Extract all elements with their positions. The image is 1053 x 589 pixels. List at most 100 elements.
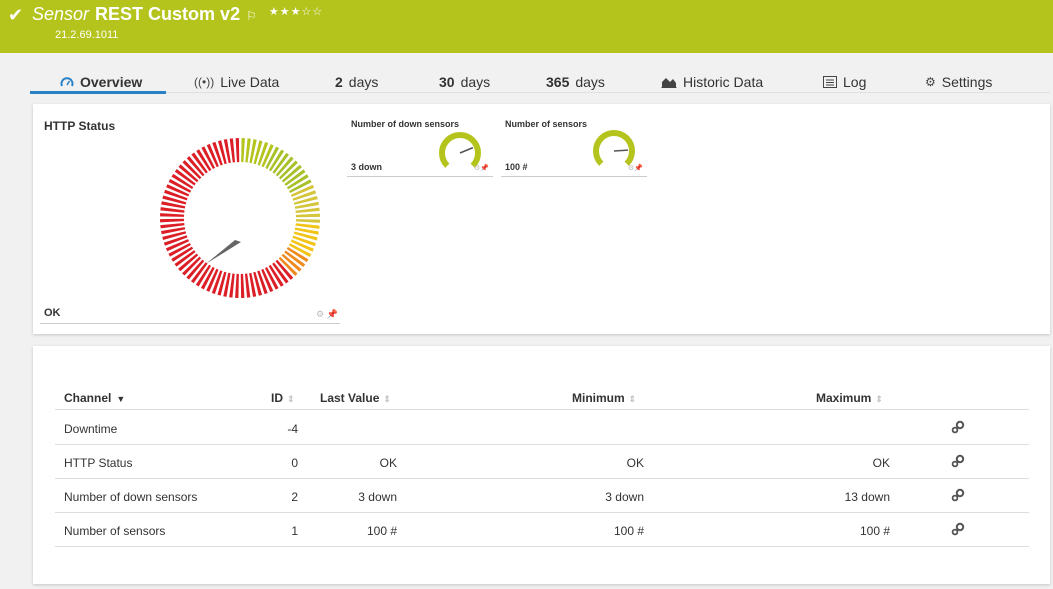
col-last-value[interactable]: Last Value⇕: [320, 391, 391, 405]
gauge-tools[interactable]: ⚙📌: [474, 164, 489, 172]
tab-overview[interactable]: Overview: [60, 74, 142, 90]
cell-maximum: 100 #: [860, 524, 890, 538]
gauge-value: 100 #: [505, 162, 528, 172]
gauges-panel: HTTP Status OK ⚙ 📌 Number of down sensor…: [33, 104, 1050, 334]
col-channel[interactable]: Channel▼: [64, 391, 125, 405]
tab-number: 30: [439, 74, 455, 90]
title-prefix: Sensor: [32, 4, 89, 25]
active-tab-indicator: [30, 91, 166, 94]
gauge-arc: [442, 135, 478, 166]
sensor-title: Sensor REST Custom v2 ⚐ ★★★☆☆: [32, 4, 323, 25]
table-header: Channel▼ ID⇕ Last Value⇕ Minimum⇕ Maximu…: [55, 388, 1029, 410]
channel-settings-icon[interactable]: [951, 454, 965, 468]
gauge-segment: [229, 273, 235, 297]
cell-minimum: OK: [627, 456, 644, 470]
pin-icon[interactable]: 📌: [480, 165, 489, 172]
cell-channel[interactable]: Number of down sensors: [64, 490, 197, 504]
cell-maximum: OK: [873, 456, 890, 470]
gauge-needle: [206, 240, 241, 264]
col-id[interactable]: ID⇕: [271, 391, 295, 405]
cell-minimum: 100 #: [614, 524, 644, 538]
cell-id: 1: [291, 524, 298, 538]
tab-label: days: [461, 74, 491, 90]
cell-channel[interactable]: HTTP Status: [64, 456, 132, 470]
pin-icon[interactable]: 📌: [327, 309, 338, 319]
gauge-divider: [501, 176, 647, 177]
sensor-header: ✔ Sensor REST Custom v2 ⚐ ★★★☆☆ 21.2.69.…: [0, 0, 1053, 53]
gauge-title: Number of down sensors: [351, 119, 459, 129]
cell-id: 2: [291, 490, 298, 504]
gauge-tools[interactable]: ⚙ 📌: [316, 309, 338, 320]
sort-icon: ⇕: [875, 394, 883, 404]
table-row[interactable]: Number of down sensors 2 3 down 3 down 13 do…: [55, 479, 1029, 513]
gauge-segment: [296, 219, 320, 223]
settings-icon[interactable]: ⚙: [316, 309, 324, 319]
gauge-segment: [245, 274, 250, 298]
tab-label: Live Data: [220, 74, 279, 90]
gauge-arc: [596, 133, 632, 164]
channel-settings-icon[interactable]: [951, 420, 965, 434]
sort-icon: ⇕: [287, 394, 295, 404]
flag-icon[interactable]: ⚐: [246, 9, 257, 23]
gauge-segment: [160, 207, 184, 213]
sensors-gauge[interactable]: [591, 129, 637, 169]
cell-id: 0: [291, 456, 298, 470]
caret-down-icon: ▼: [116, 394, 125, 404]
title-name: REST Custom v2: [95, 4, 240, 25]
channel-settings-icon[interactable]: [951, 488, 965, 502]
gauge-segment: [160, 219, 184, 223]
cell-channel[interactable]: Number of sensors: [64, 524, 165, 538]
gauge-icon: [60, 76, 74, 88]
tab-live-data[interactable]: ((•)) Live Data: [194, 74, 279, 90]
col-minimum[interactable]: Minimum⇕: [572, 391, 636, 405]
gauge-segment: [296, 214, 320, 218]
col-maximum[interactable]: Maximum⇕: [816, 391, 883, 405]
cell-last-value: 3 down: [358, 490, 397, 504]
sort-icon: ⇕: [383, 394, 391, 404]
tab-label: Historic Data: [683, 74, 763, 90]
priority-stars[interactable]: ★★★☆☆: [269, 5, 323, 18]
cell-minimum: 3 down: [605, 490, 644, 504]
gauge-divider: [40, 323, 340, 324]
channel-settings-icon[interactable]: [951, 522, 965, 536]
gear-icon: ⚙: [925, 75, 936, 89]
tab-2-days[interactable]: 2 days: [335, 74, 378, 90]
table-row[interactable]: HTTP Status0OKOKOK: [55, 445, 1029, 479]
broadcast-icon: ((•)): [194, 75, 214, 89]
gauge-segment: [296, 208, 320, 213]
cell-maximum: 13 down: [845, 490, 890, 504]
gauge-title: HTTP Status: [44, 119, 115, 133]
tab-bar: Overview ((•)) Live Data 2 days 30 days …: [30, 70, 1050, 94]
cell-last-value: 100 #: [367, 524, 397, 538]
tab-label: Overview: [80, 74, 142, 90]
table-row[interactable]: Number of sensors 1 100 # 100 # 100 #: [55, 513, 1029, 547]
tab-log[interactable]: Log: [823, 74, 866, 90]
gauge-title: Number of sensors: [505, 119, 587, 129]
tab-number: 2: [335, 74, 343, 90]
table-row[interactable]: Downtime-4: [55, 411, 1029, 445]
sort-icon: ⇕: [629, 394, 637, 404]
pin-icon[interactable]: 📌: [634, 165, 643, 172]
gauge-segment: [245, 138, 251, 162]
cell-channel[interactable]: Downtime: [64, 422, 117, 436]
gauge-value: OK: [44, 307, 61, 319]
gauge-segment: [230, 138, 235, 162]
gauge-divider: [347, 176, 493, 177]
gauge-segment: [241, 274, 245, 298]
tab-label: Log: [843, 74, 866, 90]
tab-historic-data[interactable]: Historic Data: [661, 74, 763, 90]
gauge-segment: [235, 274, 239, 298]
gauge-needle: [460, 148, 473, 153]
channels-panel: Channel▼ ID⇕ Last Value⇕ Minimum⇕ Maximu…: [33, 346, 1050, 584]
tab-number: 365: [546, 74, 569, 90]
gauge-segment: [295, 223, 319, 229]
tab-30-days[interactable]: 30 days: [439, 74, 490, 90]
tab-label: Settings: [942, 74, 993, 90]
gauge-tools[interactable]: ⚙📌: [628, 164, 643, 172]
tab-settings[interactable]: ⚙ Settings: [925, 74, 992, 90]
http-status-gauge[interactable]: [159, 137, 321, 299]
tab-baseline: [30, 92, 1050, 93]
tab-365-days[interactable]: 365 days: [546, 74, 605, 90]
tab-label: days: [575, 74, 605, 90]
sensor-version: 21.2.69.1011: [55, 29, 118, 41]
